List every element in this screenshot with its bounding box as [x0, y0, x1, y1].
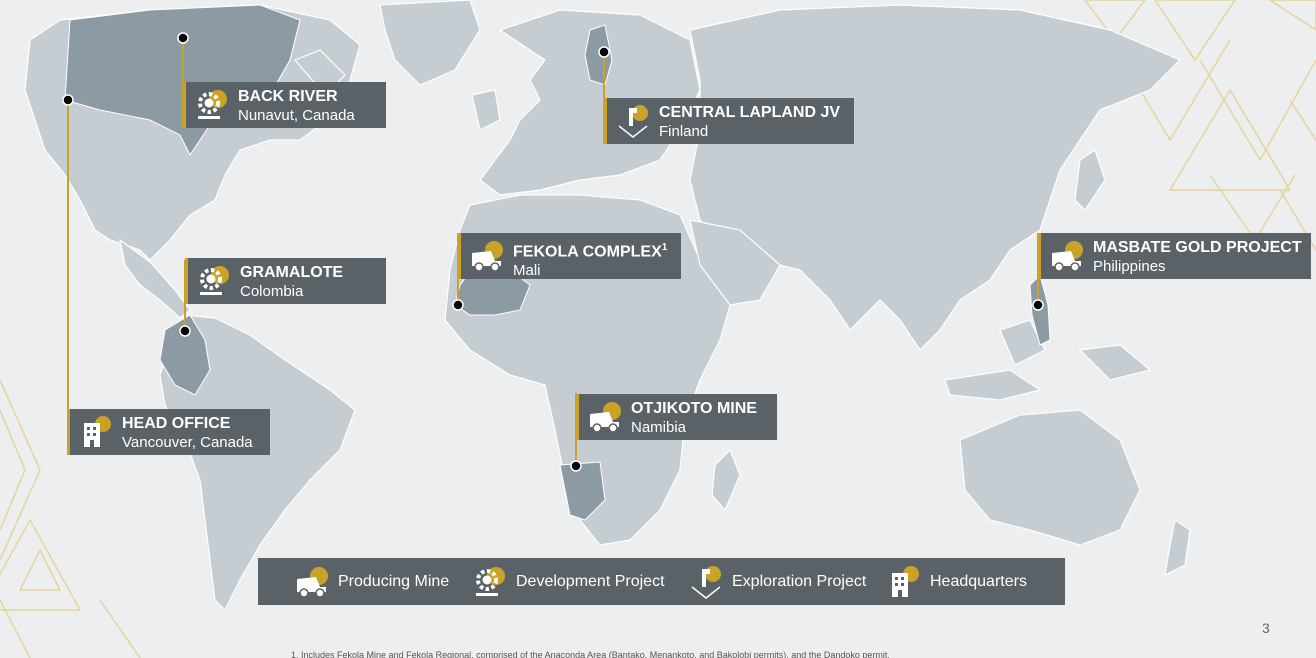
exploration-icon: [691, 565, 721, 599]
legend-item-headquarters: Headquarters: [886, 558, 1027, 605]
location-title: BACK RIVER: [238, 88, 338, 105]
legend-label: Producing Mine: [338, 572, 450, 590]
location-subtitle: Finland: [659, 123, 709, 140]
tag-back-river[interactable]: BACK RIVER Nunavut, Canada: [183, 82, 386, 128]
location-subtitle: Nunavut, Canada: [238, 107, 355, 124]
location-title: MASBATE GOLD PROJECT: [1093, 239, 1302, 256]
location-title: OTJIKOTO MINE: [631, 400, 757, 417]
location-subtitle: Namibia: [631, 419, 687, 436]
location-title: HEAD OFFICE: [122, 415, 231, 432]
tag-head-office[interactable]: HEAD OFFICE Vancouver, Canada: [67, 409, 270, 455]
fekola-marker: [452, 299, 464, 311]
greenland: [379, 0, 481, 86]
headquarters-icon: [892, 565, 919, 597]
location-subtitle: Vancouver, Canada: [122, 434, 253, 451]
legend-label: Development Project: [516, 572, 665, 590]
location-title: CENTRAL LAPLAND JV: [659, 104, 841, 121]
development-icon: [198, 90, 227, 119]
mining-truck-icon: [1052, 241, 1083, 272]
location-subtitle: Mali: [513, 262, 541, 280]
mining-truck-icon: [590, 402, 621, 433]
legend-item-producing-mine: Producing Mine: [294, 558, 449, 605]
mining-truck-icon: [472, 241, 503, 272]
footnote-marker: 1: [661, 242, 668, 253]
page-number: 3: [1262, 620, 1270, 636]
location-title: FEKOLA COMPLEX1: [513, 242, 668, 261]
gramalote-marker: [179, 325, 191, 337]
tag-masbate[interactable]: MASBATE GOLD PROJECT Philippines: [1038, 233, 1311, 279]
tag-central-lapland[interactable]: CENTRAL LAPLAND JV Finland: [604, 98, 854, 144]
development-icon: [476, 566, 505, 596]
legend-label: Exploration Project: [732, 572, 867, 590]
back-river-marker: [177, 32, 189, 44]
legend: Producing Mine Development Project Explo…: [258, 558, 1065, 605]
central-lapland-marker: [598, 46, 610, 58]
location-subtitle: Philippines: [1093, 258, 1166, 275]
masbate-marker: [1032, 299, 1044, 311]
asia: [689, 4, 1182, 351]
tag-gramalote[interactable]: GRAMALOTE Colombia: [185, 258, 386, 304]
tag-fekola[interactable]: FEKOLA COMPLEX1 Mali: [458, 233, 681, 279]
development-icon: [200, 266, 229, 295]
head-office-marker: [62, 94, 74, 106]
legend-item-development-project: Development Project: [472, 558, 665, 605]
exploration-icon: [618, 105, 648, 138]
location-title: GRAMALOTE: [240, 264, 344, 281]
footnote: 1. Includes Fekola Mine and Fekola Regio…: [291, 650, 890, 658]
legend-label: Headquarters: [930, 572, 1027, 590]
tag-otjikoto[interactable]: OTJIKOTO MINE Namibia: [576, 394, 777, 440]
australia: [959, 409, 1141, 546]
headquarters-icon: [84, 416, 111, 447]
legend-item-exploration-project: Exploration Project: [688, 558, 866, 605]
location-subtitle: Colombia: [240, 283, 304, 300]
slide: BACK RIVER Nunavut, Canada CENTRAL LAPLA…: [0, 0, 1316, 658]
mining-truck-icon: [297, 566, 328, 598]
otjikoto-marker: [570, 460, 582, 472]
